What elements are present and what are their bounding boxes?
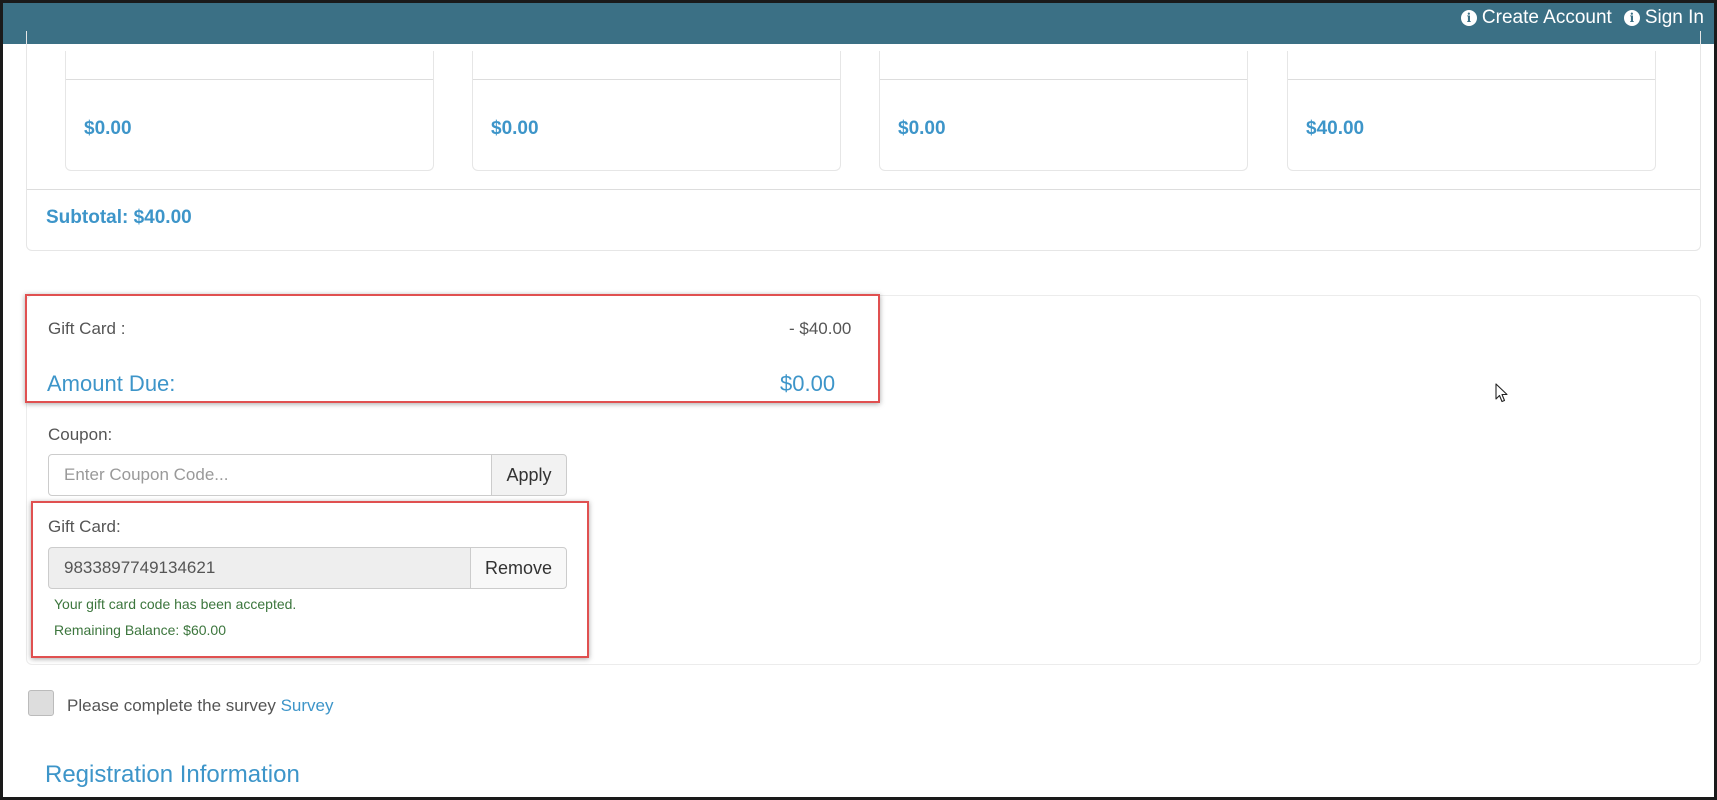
amount-due-label: Amount Due: (47, 371, 176, 396)
cart-item-price: $0.00 (84, 118, 132, 139)
cart-item-price: $0.00 (898, 118, 946, 139)
cart-item-price: $40.00 (1306, 118, 1365, 139)
info-circle-icon: i (1460, 10, 1477, 26)
card-divider (473, 79, 840, 80)
gift-card-code-input[interactable] (48, 547, 472, 589)
registration-information-heading: Registration Information (45, 761, 300, 788)
browser-viewport: i Create Account i Sign In $0.00 $0.00 $… (0, 0, 1717, 800)
remove-gift-card-button[interactable]: Remove (470, 547, 567, 589)
create-account-label: Create Account (1481, 7, 1612, 28)
cart-item-price: $0.00 (491, 118, 539, 139)
cart-item-card: $0.00 (879, 51, 1248, 171)
gift-card-accepted-message: Your gift card code has been accepted. (54, 596, 297, 612)
cart-item-card: $0.00 (65, 51, 434, 171)
gift-card-discount-amount: - $40.00 (789, 319, 852, 338)
account-nav: i Create Account i Sign In (1460, 7, 1704, 29)
cart-item-card: $40.00 (1287, 51, 1656, 171)
survey-checkbox[interactable] (28, 690, 54, 716)
card-divider (66, 79, 433, 80)
create-account-link[interactable]: i Create Account (1460, 7, 1612, 29)
sign-in-link[interactable]: i Sign In (1623, 7, 1704, 29)
card-divider (880, 79, 1247, 80)
coupon-label: Coupon: (48, 425, 113, 444)
subtotal-divider (27, 189, 1700, 190)
cart-item-card: $0.00 (472, 51, 841, 171)
survey-link[interactable]: Survey (281, 696, 334, 715)
gift-card-remaining-balance: Remaining Balance: $60.00 (54, 622, 227, 638)
gift-card-label: Gift Card: (48, 517, 121, 536)
subtotal: Subtotal: $40.00 (46, 207, 192, 228)
survey-prompt: Please complete the survey Survey (67, 696, 334, 716)
sign-in-label: Sign In (1644, 7, 1704, 28)
cart-summary-panel: $0.00 $0.00 $0.00 $40.00 Subtotal: $40.0… (26, 31, 1701, 251)
amount-due-value: $0.00 (780, 371, 836, 396)
survey-prompt-text: Please complete the survey (67, 696, 276, 715)
coupon-code-input[interactable] (48, 454, 492, 496)
info-circle-icon: i (1623, 10, 1640, 26)
mouse-cursor-icon (1495, 383, 1508, 403)
gift-card-discount-label: Gift Card : (48, 319, 126, 338)
apply-coupon-button[interactable]: Apply (491, 454, 567, 496)
card-divider (1288, 79, 1655, 80)
